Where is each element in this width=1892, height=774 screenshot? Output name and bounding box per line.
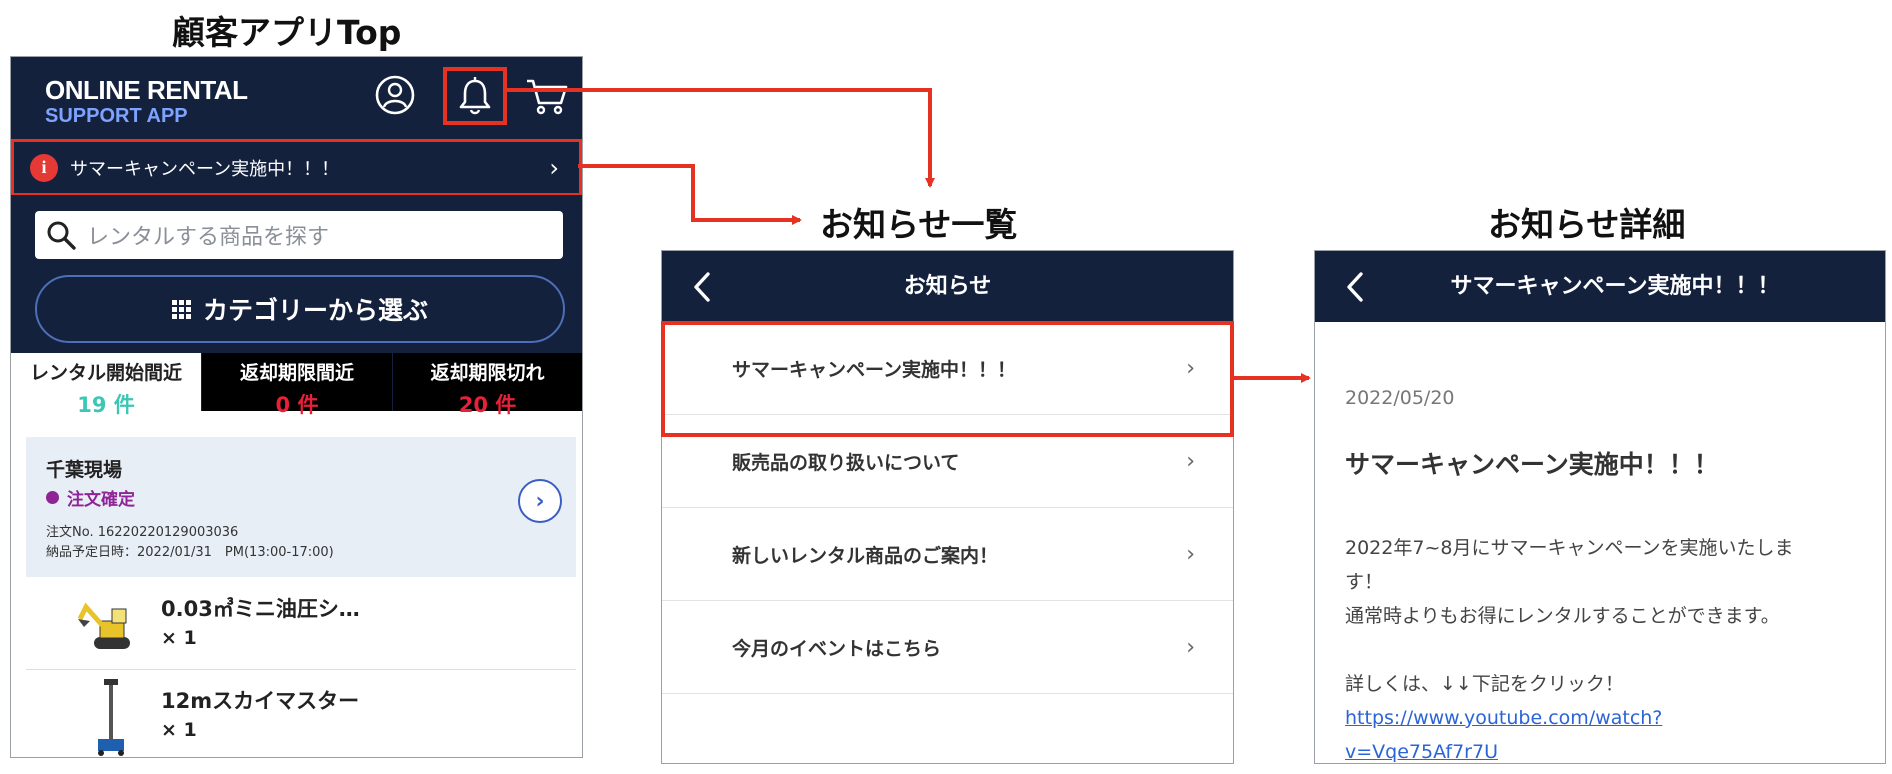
flow-arrows (506, 88, 1311, 383)
arrow-banner-to-list (578, 164, 802, 225)
arrow-bell-to-list (506, 88, 935, 188)
